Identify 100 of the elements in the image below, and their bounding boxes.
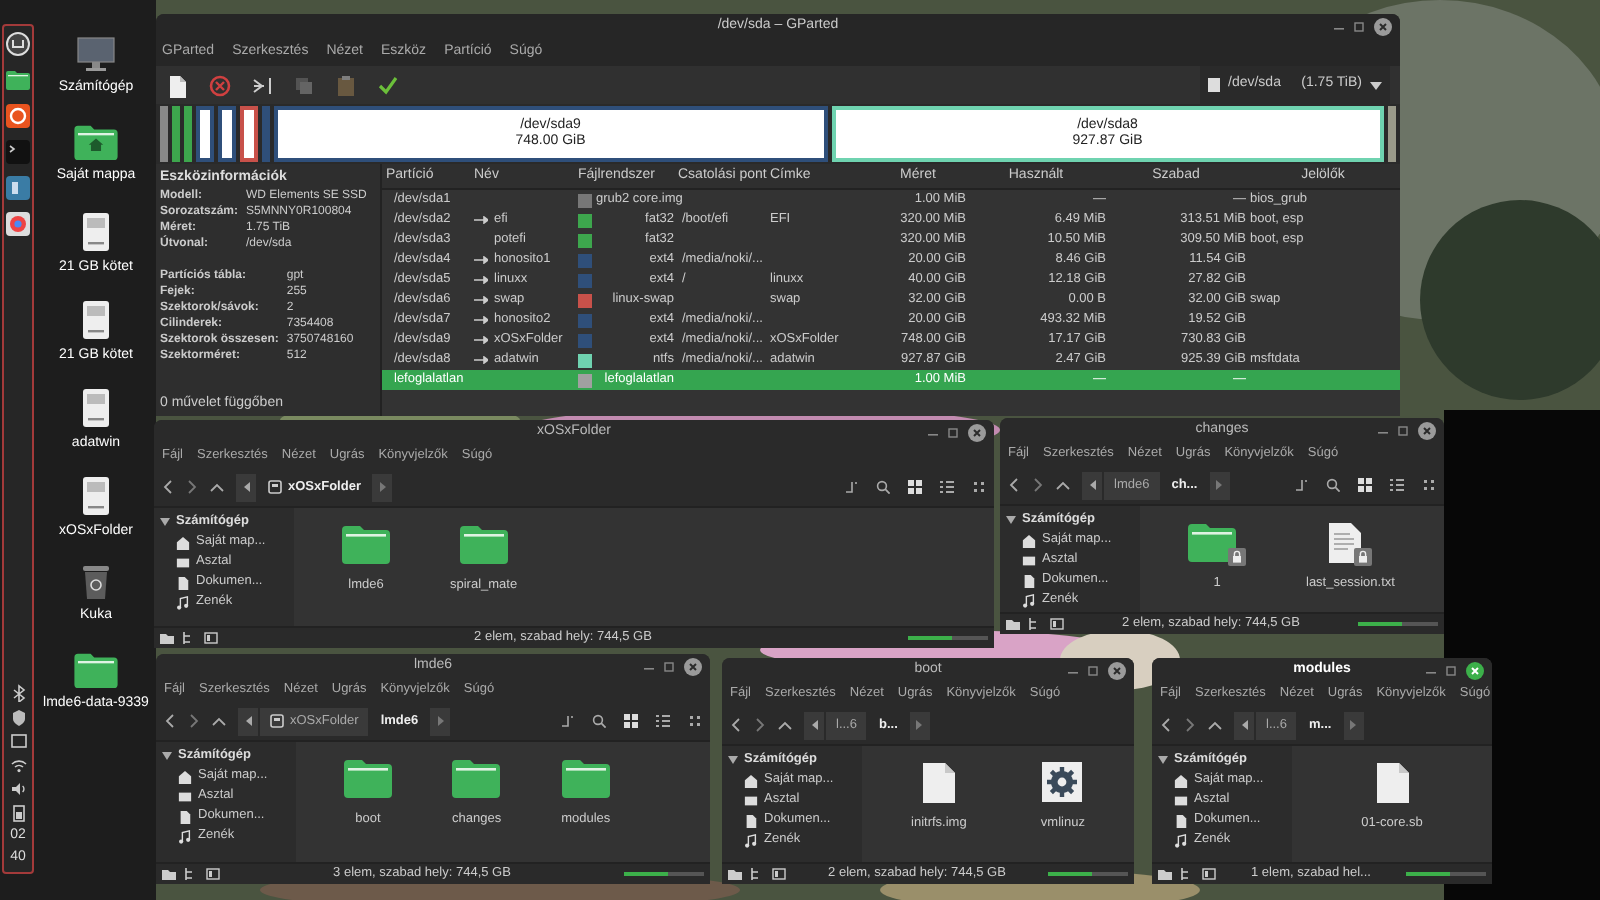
music-icon: [1174, 833, 1188, 848]
drive-icon[interactable]: [82, 388, 110, 428]
scroll-right-button[interactable]: [909, 711, 930, 739]
partition-block[interactable]: [240, 106, 258, 162]
back-icon[interactable]: [164, 714, 176, 728]
list-view-icon[interactable]: [1390, 478, 1404, 492]
grid-view-icon[interactable]: [1358, 478, 1372, 492]
search-icon[interactable]: [876, 480, 890, 494]
places-icon[interactable]: [160, 632, 174, 644]
logo-icon[interactable]: [6, 32, 30, 56]
partition-block[interactable]: [196, 106, 214, 162]
minimize-icon[interactable]: [1334, 22, 1344, 32]
tree-icon[interactable]: [1180, 868, 1194, 880]
drive-icon[interactable]: [82, 476, 110, 516]
forward-icon[interactable]: [1184, 718, 1196, 732]
tree-icon[interactable]: [1028, 618, 1042, 630]
gear-icon: [1042, 762, 1083, 802]
search-icon[interactable]: [1326, 478, 1340, 492]
scroll-right-button[interactable]: [1343, 711, 1364, 739]
display-icon[interactable]: [9, 732, 27, 750]
browser-icon[interactable]: [6, 212, 30, 236]
scroll-right-button[interactable]: [1209, 471, 1230, 499]
expand-icon[interactable]: [1158, 755, 1168, 764]
maximize-icon[interactable]: [1088, 665, 1098, 675]
drive-icon[interactable]: [82, 300, 110, 340]
back-icon[interactable]: [1008, 478, 1020, 492]
maximize-icon[interactable]: [1354, 22, 1364, 32]
scroll-right-button[interactable]: [430, 707, 451, 735]
scroll-left-button[interactable]: [1082, 471, 1102, 499]
resize-icon[interactable]: [250, 73, 274, 97]
computer-icon[interactable]: [76, 36, 116, 72]
places-icon[interactable]: [1158, 868, 1172, 880]
scroll-left-button[interactable]: [236, 473, 256, 501]
document-icon: [1174, 813, 1188, 828]
compact-view-icon[interactable]: [688, 714, 702, 728]
tree-icon[interactable]: [182, 632, 196, 644]
caret-icon: [1089, 480, 1095, 490]
back-icon[interactable]: [1160, 718, 1172, 732]
compact-view-icon[interactable]: [972, 480, 986, 494]
compact-view-icon[interactable]: [1422, 478, 1436, 492]
maximize-icon[interactable]: [664, 661, 674, 671]
forward-icon[interactable]: [1032, 478, 1044, 492]
scroll-right-button[interactable]: [372, 473, 393, 501]
maximize-icon[interactable]: [1446, 665, 1456, 675]
places-icon[interactable]: [162, 868, 176, 880]
grid-view-icon[interactable]: [624, 714, 638, 728]
list-view-icon[interactable]: [656, 714, 670, 728]
places-icon[interactable]: [728, 868, 742, 880]
panel-icon[interactable]: [1050, 618, 1064, 630]
desktop-icon: [176, 555, 190, 570]
new-document-icon[interactable]: [166, 73, 190, 97]
tree-icon[interactable]: [750, 868, 764, 880]
app-icon[interactable]: [6, 176, 30, 200]
caret-icon: [379, 482, 386, 492]
back-icon[interactable]: [730, 718, 742, 732]
scroll-left-button[interactable]: [1234, 711, 1254, 739]
shield-icon[interactable]: [9, 708, 27, 726]
delete-icon[interactable]: [208, 73, 232, 97]
maximize-icon[interactable]: [1398, 425, 1408, 435]
tree-icon[interactable]: [184, 868, 198, 880]
expand-icon[interactable]: [162, 751, 172, 760]
up-icon[interactable]: [212, 715, 226, 727]
scroll-left-button[interactable]: [238, 707, 258, 735]
up-icon[interactable]: [210, 481, 224, 493]
trash-icon[interactable]: [82, 564, 110, 600]
up-icon[interactable]: [1208, 719, 1222, 731]
panel-icon[interactable]: [206, 868, 220, 880]
grid-view-icon[interactable]: [908, 480, 922, 494]
circle-icon[interactable]: [6, 104, 30, 128]
speaker-icon[interactable]: [9, 780, 27, 798]
panel-icon[interactable]: [772, 868, 786, 880]
expand-icon[interactable]: [1006, 515, 1016, 524]
home-icon: [1174, 773, 1188, 788]
folder-icon[interactable]: [6, 68, 30, 92]
folder-icon: [342, 524, 390, 564]
home-icon: [178, 769, 192, 784]
bluetooth-icon[interactable]: [9, 684, 27, 702]
forward-icon[interactable]: [186, 480, 198, 494]
battery-icon[interactable]: [9, 804, 27, 822]
partition-block[interactable]: [218, 106, 236, 162]
back-icon[interactable]: [162, 480, 174, 494]
up-icon[interactable]: [778, 719, 792, 731]
check-icon[interactable]: [376, 73, 400, 97]
close-icon[interactable]: [1466, 661, 1484, 679]
scroll-left-button[interactable]: [804, 711, 824, 739]
list-view-icon[interactable]: [940, 480, 954, 494]
search-icon[interactable]: [592, 714, 606, 728]
music-icon: [744, 833, 758, 848]
up-icon[interactable]: [1056, 479, 1070, 491]
forward-icon[interactable]: [754, 718, 766, 732]
panel-icon[interactable]: [1202, 868, 1216, 880]
drive-icon[interactable]: [82, 212, 110, 252]
maximize-icon[interactable]: [948, 427, 958, 437]
expand-icon[interactable]: [728, 755, 738, 764]
caret-icon: [1370, 81, 1382, 89]
wifi-icon[interactable]: [9, 756, 27, 774]
file-icon: [1375, 761, 1409, 803]
panel-icon[interactable]: [204, 632, 218, 644]
forward-icon[interactable]: [188, 714, 200, 728]
expand-icon[interactable]: [160, 517, 170, 526]
